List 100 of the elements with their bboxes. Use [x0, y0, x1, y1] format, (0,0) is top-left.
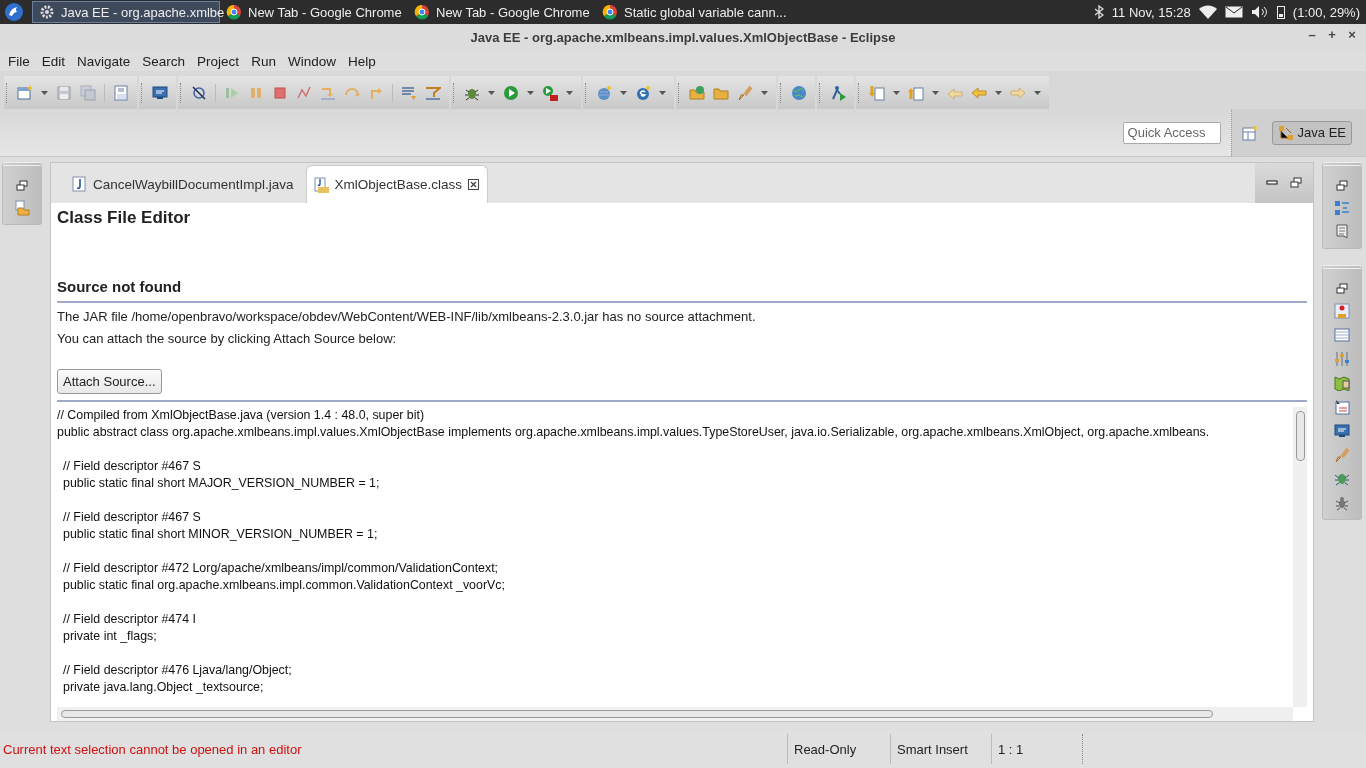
document-list-icon[interactable] [1334, 399, 1350, 415]
message-text: You can attach the source by clicking Attach Source below: [57, 330, 398, 347]
s-circle-icon[interactable] [635, 84, 651, 101]
bluetooth-icon[interactable] [1093, 5, 1104, 19]
open-perspective-icon[interactable] [1241, 124, 1258, 141]
monitor-icon[interactable] [152, 84, 168, 101]
status-field: Smart Insert [897, 741, 968, 757]
map-icon[interactable] [1334, 375, 1350, 391]
outline-icon[interactable] [1334, 200, 1350, 216]
taskbar-button[interactable]: Static global variable cann... [596, 1, 784, 23]
menu-item[interactable]: Window [283, 53, 344, 69]
filter-arrow-icon[interactable] [425, 84, 441, 101]
caret-icon[interactable] [995, 88, 1002, 97]
code-line: // Field descriptor #476 Ljava/lang/Object; [63, 662, 293, 679]
bug-icon[interactable] [1334, 471, 1350, 487]
restore-icon[interactable] [16, 180, 28, 192]
browser-icon [226, 4, 242, 20]
note-icon[interactable] [1334, 224, 1350, 240]
brush-icon[interactable] [737, 84, 753, 101]
menu-item[interactable]: Project [193, 53, 248, 69]
volume-icon[interactable] [1250, 5, 1269, 19]
play-icon[interactable] [503, 84, 519, 101]
menu-item[interactable]: Search [138, 53, 194, 69]
folder-files-icon[interactable] [14, 200, 30, 216]
window-title: Java EE - org.apache.xmlbeans.impl.values.XmlObjectBase - Eclipse [470, 30, 896, 45]
menu-item[interactable]: Navigate [73, 53, 139, 69]
vertical-scrollbar[interactable] [1293, 407, 1307, 707]
menu-item[interactable]: File [4, 53, 38, 69]
browser-icon [602, 4, 618, 20]
wifi-icon[interactable] [1198, 5, 1217, 19]
horizontal-scrollbar[interactable] [57, 707, 1293, 721]
monitor-icon[interactable] [1334, 423, 1350, 439]
globe-icon[interactable] [791, 84, 807, 101]
upload-document-icon[interactable] [908, 84, 924, 101]
code-line: // Compiled from XmlObjectBase.java (version 1.4 : 48.0, super bit) [57, 407, 426, 424]
code-line: public static final short MAJOR_VERSION_NUMBER = 1; [63, 475, 381, 492]
battery-status: (1:00, 29%) [1292, 4, 1360, 20]
code-line: // Field descriptor #467 S [63, 458, 202, 475]
caret-icon[interactable] [893, 88, 900, 97]
play-toolbox-icon[interactable] [542, 84, 558, 101]
editor-tab[interactable]: CancelWaybillDocumentImpl.java [51, 165, 306, 203]
restore-icon[interactable] [1336, 180, 1348, 192]
code-line: public abstract class org.apache.xmlbeans.impl.values.XmlObjectBase implements org.apache.xmlbeans.impl.values.TypeStoreUser, java.io.Serializable, org.apache.xmlbeans.XmlObject, org.apache.xmlbeans. [57, 424, 1211, 441]
window-control[interactable]: – [1304, 27, 1320, 42]
message-text: The JAR file /home/openbravo/workspace/obdev/WebContent/WEB-INF/lib/xmlbeans-2.3.0.jar has no source attachment. [57, 308, 757, 325]
spider-icon[interactable] [1334, 495, 1350, 511]
mail-icon[interactable] [1224, 6, 1243, 18]
new-window-icon[interactable] [17, 84, 33, 101]
battery-icon[interactable] [1276, 5, 1285, 19]
taskbar-button[interactable]: New Tab - Google Chrome [408, 1, 596, 23]
caret-icon[interactable] [1034, 88, 1041, 97]
status-message: Current text selection cannot be opened in an editor [2, 741, 303, 757]
sliders-icon[interactable] [1334, 351, 1350, 367]
perspective-button[interactable]: Java EE [1271, 120, 1352, 145]
person-play-icon[interactable] [830, 84, 846, 101]
folder-globe-icon[interactable] [689, 84, 705, 101]
java-file-icon [71, 176, 87, 192]
code-line: private int _flags; [63, 628, 158, 645]
slashed-circle-icon[interactable] [191, 84, 207, 101]
table-icon[interactable] [1334, 327, 1350, 343]
caret-icon[interactable] [761, 88, 768, 97]
status-field: 1 : 1 [998, 741, 1024, 757]
caret-icon[interactable] [620, 88, 627, 97]
close-icon[interactable] [468, 179, 480, 190]
download-document-icon[interactable] [869, 84, 885, 101]
back-arrow-icon[interactable] [971, 84, 987, 101]
caret-icon[interactable] [41, 88, 48, 97]
caret-icon[interactable] [932, 88, 939, 97]
caret-icon[interactable] [659, 88, 666, 97]
code-line: // Field descriptor #474 I [63, 611, 197, 628]
caret-icon[interactable] [527, 88, 534, 97]
caret-icon[interactable] [488, 88, 495, 97]
section-title: Source not found [57, 277, 183, 295]
code-line: private java.lang.Object _textsource; [63, 679, 265, 696]
menu-item[interactable]: Run [247, 53, 284, 69]
menu-item[interactable]: Help [343, 53, 384, 69]
perspective-icon [1277, 124, 1294, 141]
code-line: // Field descriptor #472 Lorg/apache/xmlbeans/impl/common/ValidationContext; [63, 560, 500, 577]
restore-icon[interactable] [1290, 177, 1302, 189]
brush-icon[interactable] [1334, 447, 1350, 463]
code-line: public static final org.apache.xmlbeans.impl.common.ValidationContext _voorVc; [63, 577, 506, 594]
globe-plus-icon[interactable] [596, 84, 612, 101]
binary-file-icon[interactable] [113, 84, 129, 101]
window-control[interactable]: + [1324, 27, 1340, 42]
attach-source-button[interactable]: Attach Source... [57, 369, 162, 394]
status-field: Read-Only [794, 741, 857, 757]
window-control[interactable]: × [1344, 27, 1360, 42]
editor-heading: Class File Editor [57, 208, 192, 229]
quick-access-field[interactable]: Quick Access [1122, 121, 1221, 144]
editor-tab[interactable]: XmlObjectBase.class [305, 165, 489, 203]
clock[interactable]: 11 Nov, 15:28 [1111, 4, 1191, 20]
start-menu-icon[interactable] [4, 2, 24, 22]
zigzag-icon[interactable] [296, 84, 312, 101]
markers-icon[interactable] [1334, 303, 1350, 319]
class-file-icon [312, 176, 329, 193]
stop-icon[interactable] [272, 84, 288, 101]
menu-item[interactable]: Edit [37, 53, 74, 69]
list-arrow-icon[interactable] [401, 84, 417, 101]
caret-icon[interactable] [566, 88, 573, 97]
restore-icon[interactable] [1336, 283, 1348, 295]
